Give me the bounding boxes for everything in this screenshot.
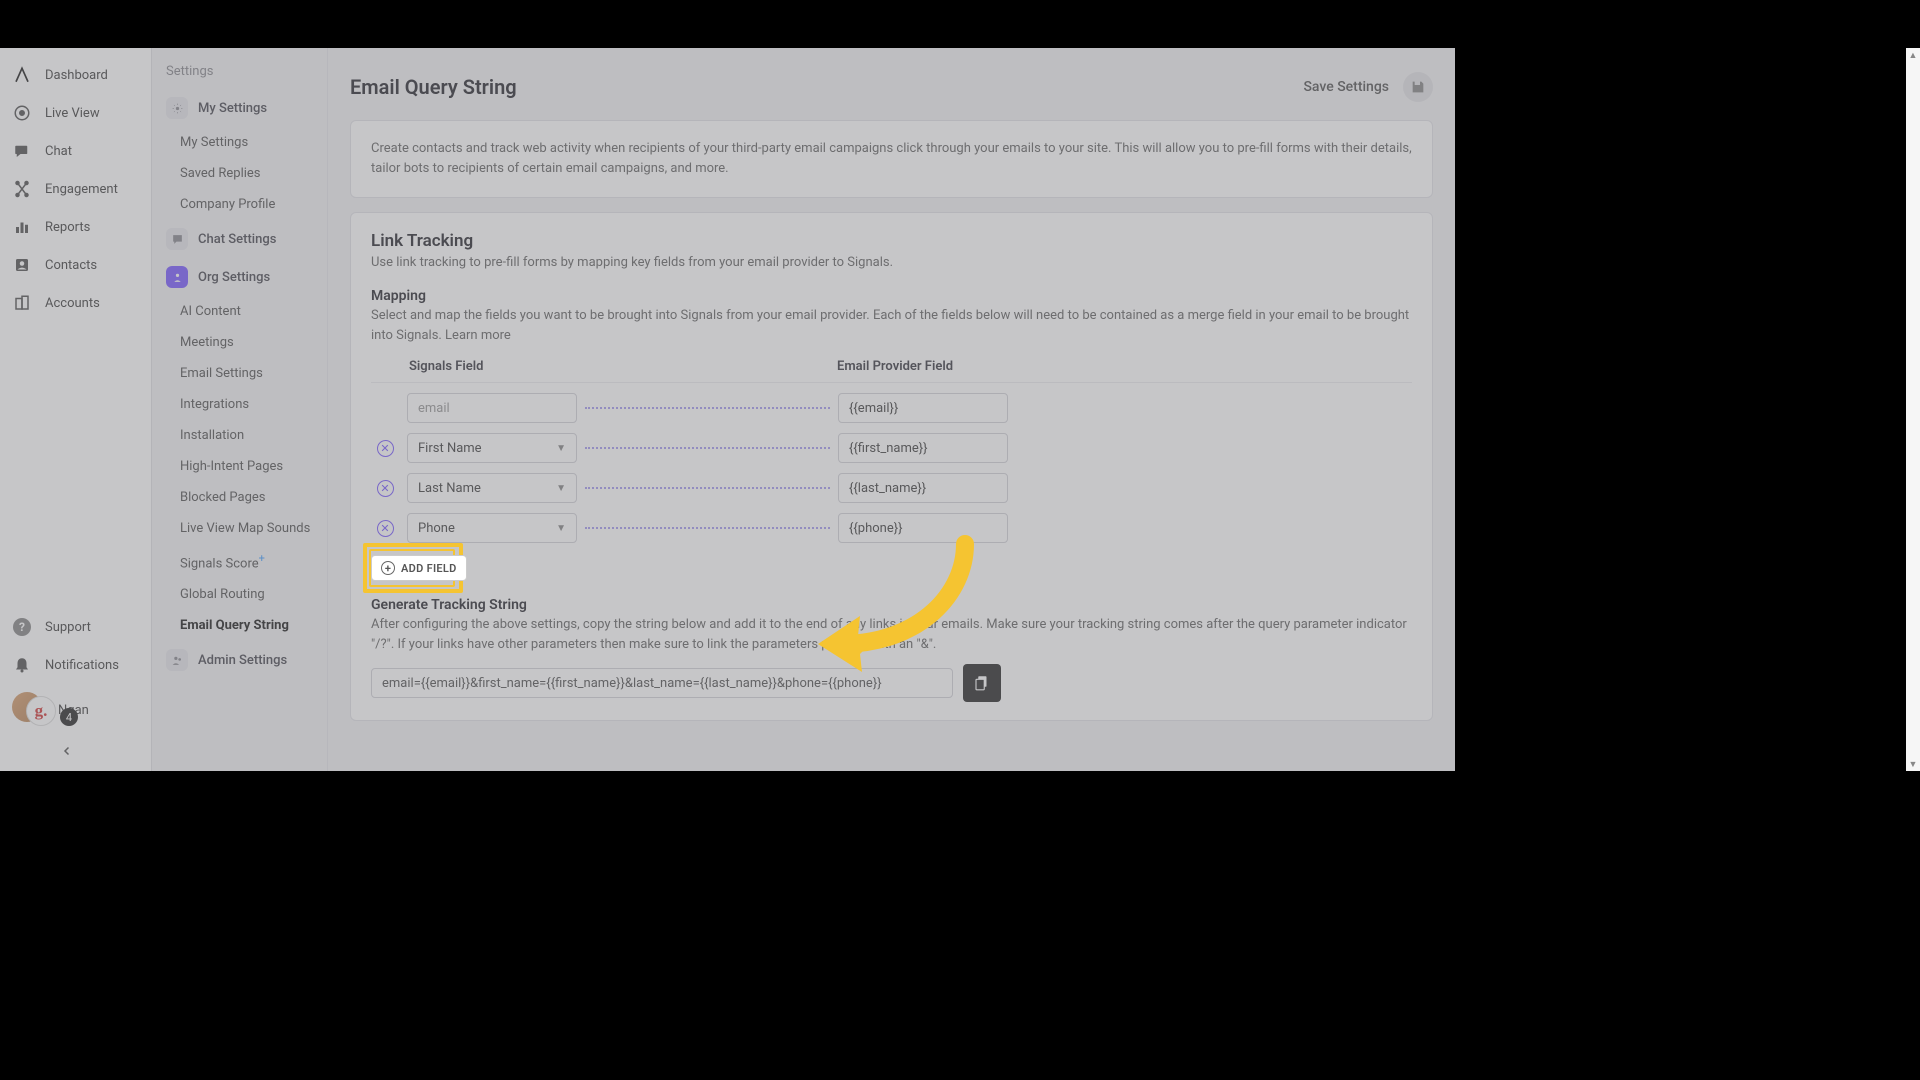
remove-row-button[interactable]: ✕ xyxy=(377,480,394,497)
mapping-columns-header: Signals Field Email Provider Field xyxy=(371,359,1412,383)
avatar-monogram: g. xyxy=(26,696,56,726)
save-icon xyxy=(1410,79,1426,95)
save-button[interactable] xyxy=(1403,72,1433,102)
nav-notifications[interactable]: Notifications xyxy=(0,646,151,684)
remove-row-button[interactable]: ✕ xyxy=(377,440,394,457)
notification-badge: 4 xyxy=(60,708,78,726)
provider-field-input[interactable]: {{last_name}} xyxy=(838,473,1008,503)
admin-icon xyxy=(166,649,188,671)
intro-card: Create contacts and track web activity w… xyxy=(350,120,1433,198)
connector-line xyxy=(585,527,830,529)
page-title: Email Query String xyxy=(350,75,517,99)
nav-contacts[interactable]: Contacts xyxy=(0,246,151,284)
sidebar-item-signals-score[interactable]: Signals Score+ xyxy=(152,544,327,579)
nav-label: Accounts xyxy=(45,296,100,311)
add-field-button[interactable]: + ADD FIELD xyxy=(371,555,467,581)
sidebar-item-my-settings[interactable]: My Settings xyxy=(152,127,327,158)
mapping-row-email: email {{email}} xyxy=(371,393,1412,423)
settings-heading: Settings xyxy=(152,64,327,89)
intro-text: Create contacts and track web activity w… xyxy=(371,139,1412,179)
settings-group-chat[interactable]: Chat Settings xyxy=(152,220,327,258)
user-profile[interactable]: g. Ngan 4 xyxy=(0,684,151,736)
sidebar-item-installation[interactable]: Installation xyxy=(152,420,327,451)
connector-line xyxy=(585,487,830,489)
save-settings-label: Save Settings xyxy=(1303,79,1389,95)
provider-field-email[interactable]: {{email}} xyxy=(838,393,1008,423)
settings-group-my[interactable]: My Settings xyxy=(152,89,327,127)
link-tracking-title: Link Tracking xyxy=(371,231,1412,251)
logo[interactable]: Dashboard xyxy=(0,56,151,94)
main-nav: Dashboard Live View Chat Engagement Repo… xyxy=(0,48,152,771)
copy-icon xyxy=(973,674,991,692)
sidebar-item-integrations[interactable]: Integrations xyxy=(152,389,327,420)
nav-live-view[interactable]: Live View xyxy=(0,94,151,132)
sidebar-item-email-settings[interactable]: Email Settings xyxy=(152,358,327,389)
nav-label: Engagement xyxy=(45,182,118,197)
sidebar-item-live-view-sounds[interactable]: Live View Map Sounds xyxy=(152,513,327,544)
signals-field-email: email xyxy=(407,393,577,423)
mapping-row-lastname: ✕ Last Name▼ {{last_name}} xyxy=(371,473,1412,503)
nav-label: Notifications xyxy=(45,658,119,673)
scroll-down-icon[interactable]: ▼ xyxy=(1906,757,1920,771)
org-icon xyxy=(166,266,188,288)
settings-group-admin[interactable]: Admin Settings xyxy=(152,641,327,679)
nav-label: Live View xyxy=(45,106,100,121)
provider-field-input[interactable]: {{phone}} xyxy=(838,513,1008,543)
scrollbar[interactable]: ▲ ▼ xyxy=(1906,48,1920,771)
chevron-down-icon: ▼ xyxy=(556,443,566,454)
col-signals-field: Signals Field xyxy=(409,359,837,374)
nav-label: Contacts xyxy=(45,258,97,273)
generate-title: Generate Tracking String xyxy=(371,597,1412,613)
main-content: Email Query String Save Settings Create … xyxy=(328,48,1455,771)
nav-label: Support xyxy=(45,620,91,635)
scroll-up-icon[interactable]: ▲ xyxy=(1906,48,1920,62)
remove-row-button[interactable]: ✕ xyxy=(377,520,394,537)
collapse-sidebar-button[interactable] xyxy=(0,736,133,771)
settings-group-org[interactable]: Org Settings xyxy=(152,258,327,296)
sidebar-item-company-profile[interactable]: Company Profile xyxy=(152,189,327,220)
link-tracking-card: Link Tracking Use link tracking to pre-f… xyxy=(350,212,1433,721)
sidebar-item-email-query-string[interactable]: Email Query String xyxy=(152,610,327,641)
settings-sidebar: Settings My Settings My Settings Saved R… xyxy=(152,48,328,771)
nav-accounts[interactable]: Accounts xyxy=(0,284,151,322)
generate-sub: After configuring the above settings, co… xyxy=(371,615,1412,654)
nav-support[interactable]: ? Support xyxy=(0,608,151,646)
nav-engagement[interactable]: Engagement xyxy=(0,170,151,208)
chat-icon xyxy=(166,228,188,250)
signals-field-select[interactable]: First Name▼ xyxy=(407,433,577,463)
plus-circle-icon: + xyxy=(381,561,395,575)
link-tracking-sub: Use link tracking to pre-fill forms by m… xyxy=(371,255,1412,270)
plus-badge: + xyxy=(259,552,265,565)
mapping-sub: Select and map the fields you want to be… xyxy=(371,306,1412,345)
nav-label: Dashboard xyxy=(45,68,108,83)
signals-field-select[interactable]: Phone▼ xyxy=(407,513,577,543)
chevron-down-icon: ▼ xyxy=(556,483,566,494)
nav-chat[interactable]: Chat xyxy=(0,132,151,170)
copy-button[interactable] xyxy=(963,664,1001,702)
add-field-label: ADD FIELD xyxy=(401,562,457,575)
connector-line xyxy=(585,407,830,409)
mapping-row-firstname: ✕ First Name▼ {{first_name}} xyxy=(371,433,1412,463)
nav-label: Reports xyxy=(45,220,90,235)
mapping-row-phone: ✕ Phone▼ {{phone}} xyxy=(371,513,1412,543)
nav-reports[interactable]: Reports xyxy=(0,208,151,246)
connector-line xyxy=(585,447,830,449)
sidebar-item-saved-replies[interactable]: Saved Replies xyxy=(152,158,327,189)
chevron-down-icon: ▼ xyxy=(556,523,566,534)
nav-label: Chat xyxy=(45,144,72,159)
sidebar-item-meetings[interactable]: Meetings xyxy=(152,327,327,358)
sidebar-item-blocked-pages[interactable]: Blocked Pages xyxy=(152,482,327,513)
signals-field-select[interactable]: Last Name▼ xyxy=(407,473,577,503)
sidebar-item-high-intent[interactable]: High-Intent Pages xyxy=(152,451,327,482)
gear-icon xyxy=(166,97,188,119)
mapping-title: Mapping xyxy=(371,288,1412,304)
sidebar-item-ai-content[interactable]: AI Content xyxy=(152,296,327,327)
sidebar-item-global-routing[interactable]: Global Routing xyxy=(152,579,327,610)
provider-field-input[interactable]: {{first_name}} xyxy=(838,433,1008,463)
tracking-string-input[interactable]: email={{email}}&first_name={{first_name}… xyxy=(371,668,953,698)
col-email-provider-field: Email Provider Field xyxy=(837,359,1412,374)
